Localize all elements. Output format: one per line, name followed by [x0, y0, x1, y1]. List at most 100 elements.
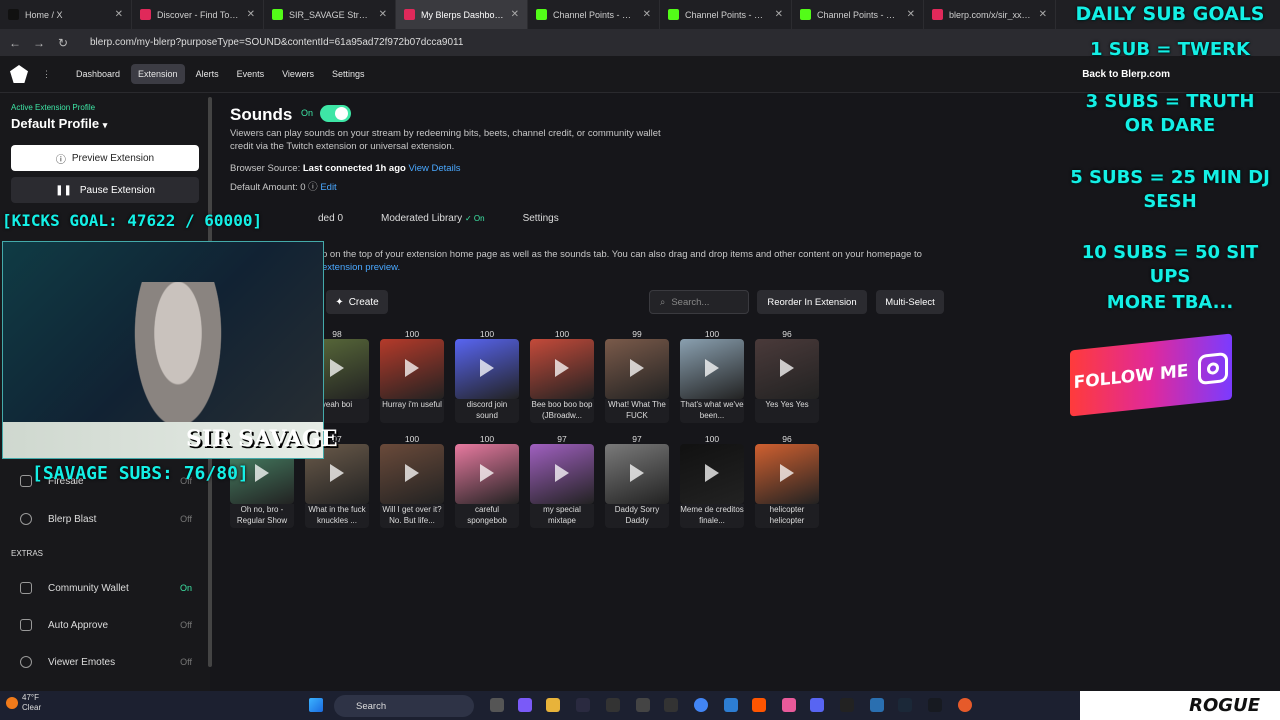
instagram-icon — [1198, 351, 1229, 386]
close-icon[interactable]: ✕ — [643, 9, 651, 20]
task-view-icon[interactable] — [490, 698, 504, 712]
steam-icon[interactable] — [928, 698, 942, 712]
default-amount-line: Default Amount: 0 ⓘ Edit — [230, 179, 337, 193]
reload-icon[interactable]: ↻ — [56, 36, 70, 50]
app-icon[interactable] — [782, 698, 796, 712]
play-icon[interactable] — [330, 359, 344, 377]
tab-title: Discover - Find Top Blerp — [157, 9, 241, 20]
play-icon[interactable] — [480, 464, 494, 482]
play-icon[interactable] — [405, 359, 419, 377]
preview-extension-button[interactable]: ⓘ Preview Extension — [11, 145, 199, 171]
tab-settings[interactable]: Settings — [523, 213, 559, 224]
capcut-icon[interactable] — [840, 698, 854, 712]
play-icon[interactable] — [255, 464, 269, 482]
back-to-blerp-link[interactable]: Back to Blerp.com — [1082, 69, 1170, 80]
copilot-icon[interactable] — [518, 698, 532, 712]
play-icon[interactable] — [780, 359, 794, 377]
close-icon[interactable]: ✕ — [775, 9, 783, 20]
close-icon[interactable]: ✕ — [511, 9, 519, 20]
sidebar-item-community-wallet[interactable]: Community Wallet On — [20, 582, 192, 594]
create-button[interactable]: ✦ Create — [326, 290, 388, 314]
extras-heading: EXTRAS — [11, 549, 44, 558]
search-placeholder: Search... — [671, 296, 710, 308]
play-icon[interactable] — [405, 464, 419, 482]
tab-favicon-icon — [272, 9, 283, 20]
tab-added[interactable]: ded 0 — [318, 213, 343, 224]
sound-label: Bee boo boo bop (JBroadw... — [530, 399, 594, 423]
browser-tab[interactable]: Home / X ✕ — [0, 0, 132, 29]
app-icon[interactable] — [636, 698, 650, 712]
sound-count: 100 — [704, 329, 720, 339]
view-details-link[interactable]: View Details — [408, 163, 460, 174]
play-icon[interactable] — [705, 464, 719, 482]
play-icon[interactable] — [780, 464, 794, 482]
app-icon[interactable] — [664, 698, 678, 712]
nav-extension[interactable]: Extension — [131, 64, 185, 84]
url-field[interactable]: blerp.com/my-blerp?purposeType=SOUND&con… — [90, 37, 463, 48]
discord-icon[interactable] — [810, 698, 824, 712]
search-input[interactable]: ⌕ Search... — [649, 290, 749, 314]
browser-tab[interactable]: blerp.com/x/sir_xxsavag ✕ — [924, 0, 1056, 29]
close-icon[interactable]: ✕ — [907, 9, 915, 20]
info-text: p on the top of your extension home page… — [322, 248, 1062, 274]
blerp-logo-icon[interactable] — [10, 65, 28, 83]
more-icon[interactable]: ⋮ — [42, 69, 51, 80]
chrome-icon[interactable] — [694, 698, 708, 712]
info-icon: ⓘ — [308, 182, 318, 193]
tab-favicon-icon — [536, 9, 547, 20]
close-icon[interactable]: ✕ — [1039, 9, 1047, 20]
browser-tab[interactable]: Discover - Find Top Blerp ✕ — [132, 0, 264, 29]
tab-title: SIR_SAVAGE Stream - W — [289, 9, 373, 20]
tab-label: Moderated Library — [381, 213, 463, 224]
edit-link[interactable]: Edit — [320, 182, 336, 193]
browser-tab[interactable]: Channel Points - Kick D ✕ — [528, 0, 660, 29]
play-icon[interactable] — [630, 464, 644, 482]
forward-arrow-icon[interactable]: → — [32, 36, 46, 50]
close-icon[interactable]: ✕ — [115, 9, 123, 20]
app-icon[interactable] — [576, 698, 590, 712]
weather-widget[interactable]: 47°F Clear — [22, 693, 41, 713]
preview-extension-label: Preview Extension — [71, 152, 155, 164]
sidebar-item-viewer-emotes[interactable]: Viewer Emotes Off — [20, 656, 192, 668]
sidebar-item-blerp-blast[interactable]: Blerp Blast Off — [20, 513, 192, 525]
file-explorer-icon[interactable] — [546, 698, 560, 712]
profile-name-dropdown[interactable]: Default Profile ▾ — [11, 116, 199, 131]
play-icon[interactable] — [705, 359, 719, 377]
sounds-toggle[interactable] — [320, 105, 351, 122]
nav-dashboard[interactable]: Dashboard — [69, 64, 127, 84]
browser-tab[interactable]: Channel Points - Kick D ✕ — [792, 0, 924, 29]
tab-moderated-library[interactable]: Moderated Library ✓ On — [381, 213, 485, 224]
reorder-button[interactable]: Reorder In Extension — [757, 290, 867, 314]
sound-label: What in the fuck knuckles ... — [305, 504, 369, 528]
play-icon[interactable] — [330, 464, 344, 482]
pause-extension-button[interactable]: ❚❚ Pause Extension — [11, 177, 199, 203]
browser-tab[interactable]: Channel Points - Kick D ✕ — [660, 0, 792, 29]
app-icon[interactable] — [870, 698, 884, 712]
sound-label: my special mixtape — [530, 504, 594, 528]
play-icon[interactable] — [555, 359, 569, 377]
nav-settings[interactable]: Settings — [325, 64, 372, 84]
sponsor-logo: ROGUE — [1080, 691, 1280, 720]
taskbar-search[interactable]: Search — [334, 695, 474, 717]
windows-start-icon[interactable] — [309, 698, 323, 712]
play-icon[interactable] — [480, 359, 494, 377]
app-icon[interactable] — [898, 698, 912, 712]
app-icon[interactable] — [958, 698, 972, 712]
extension-preview-link[interactable]: extension preview. — [322, 262, 400, 273]
multi-select-button[interactable]: Multi-Select — [876, 290, 944, 314]
play-icon[interactable] — [630, 359, 644, 377]
nav-alerts[interactable]: Alerts — [189, 64, 226, 84]
app-icon[interactable] — [724, 698, 738, 712]
play-icon[interactable] — [555, 464, 569, 482]
nav-events[interactable]: Events — [230, 64, 272, 84]
app-icon[interactable] — [606, 698, 620, 712]
close-icon[interactable]: ✕ — [247, 9, 255, 20]
sidebar-item-auto-approve[interactable]: Auto Approve Off — [20, 619, 192, 631]
back-arrow-icon[interactable]: ← — [8, 36, 22, 50]
browser-tab[interactable]: My Blerps Dashboard ✕ — [396, 0, 528, 29]
browser-tab[interactable]: SIR_SAVAGE Stream - W ✕ — [264, 0, 396, 29]
soundcloud-icon[interactable] — [752, 698, 766, 712]
close-icon[interactable]: ✕ — [379, 9, 387, 20]
nav-viewers[interactable]: Viewers — [275, 64, 321, 84]
sound-count: 96 — [782, 329, 792, 339]
